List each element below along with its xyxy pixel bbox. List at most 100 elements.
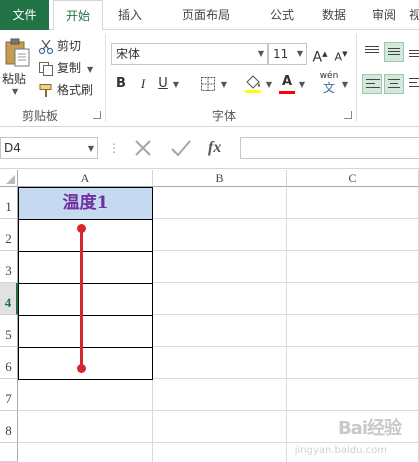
row-header-4[interactable]: 4 (0, 283, 18, 315)
phonetic-dropdown-icon[interactable]: ▼ (340, 73, 350, 95)
paste-dropdown-icon[interactable]: ▼ (12, 87, 18, 96)
bold-button[interactable]: B (112, 73, 130, 95)
cell-b8[interactable] (153, 411, 287, 443)
formula-bar-grip-icon[interactable]: ⋮ (108, 137, 120, 159)
cancel-icon (135, 140, 151, 156)
row-header-7[interactable]: 7 (0, 379, 18, 411)
cell-b2[interactable] (153, 219, 287, 251)
baidu-watermark: Bai经验 (337, 418, 402, 439)
cell-b7[interactable] (153, 379, 287, 411)
cell-c2[interactable] (287, 219, 419, 251)
annotation-dot-bottom (77, 364, 86, 373)
fill-color-dropdown-icon[interactable]: ▼ (263, 73, 275, 95)
cell-c7[interactable] (287, 379, 419, 411)
shrink-font-button[interactable]: A▼ (333, 43, 349, 65)
chevron-down-icon: ▼ (87, 144, 94, 153)
font-name-select[interactable]: 宋体 ▼ (111, 43, 268, 65)
row-header-6[interactable]: 6 (0, 347, 18, 379)
font-size-value: 11 (273, 47, 289, 61)
cell-b4[interactable] (153, 283, 287, 315)
grow-font-button[interactable]: A▲ (312, 43, 328, 66)
align-bottom-icon[interactable] (406, 42, 419, 62)
tab-file[interactable]: 文件 (0, 0, 49, 30)
italic-button[interactable]: I (134, 73, 152, 95)
paste-button[interactable]: 粘贴 (2, 70, 26, 87)
formula-input[interactable] (240, 137, 419, 159)
cell-b1[interactable] (153, 187, 287, 219)
column-header-c[interactable]: C (287, 170, 419, 187)
cell-c4[interactable] (287, 283, 419, 315)
formula-bar: D4 ▼ ⋮ fx (0, 127, 419, 169)
fill-color-button[interactable] (243, 73, 263, 95)
cell-b6[interactable] (153, 347, 287, 379)
cell-c1[interactable] (287, 187, 419, 219)
cell-a2[interactable] (18, 219, 153, 252)
tab-data[interactable]: 数据 (312, 0, 356, 30)
phonetic-guide-button[interactable]: wén 文 (318, 70, 340, 95)
align-right-icon[interactable] (406, 74, 419, 94)
row-header-1[interactable]: 1 (0, 187, 18, 219)
align-top-icon[interactable] (362, 42, 382, 62)
underline-dropdown-icon[interactable]: ▼ (170, 73, 182, 95)
insert-function-button[interactable]: fx (208, 137, 230, 159)
borders-dropdown-icon[interactable]: ▼ (218, 73, 230, 95)
row-header-2[interactable]: 2 (0, 219, 18, 251)
cell-c6[interactable] (287, 347, 419, 379)
annotation-line (80, 228, 83, 368)
font-color-dropdown-icon[interactable]: ▼ (296, 73, 308, 95)
cell-b5[interactable] (153, 315, 287, 347)
format-painter-button[interactable]: 格式刷 (38, 80, 93, 100)
font-size-select[interactable]: 11 ▼ (268, 43, 307, 65)
annotation-dot-top (77, 224, 86, 233)
select-all-button[interactable] (0, 170, 18, 187)
phonetic-bottom-label: 文 (322, 81, 335, 95)
row-header-9[interactable] (0, 443, 18, 462)
tab-home[interactable]: 开始 (53, 0, 103, 31)
cell-a8[interactable] (18, 411, 153, 443)
row-header-3[interactable]: 3 (0, 251, 18, 283)
cell-a4[interactable] (18, 283, 153, 316)
cell-c3[interactable] (287, 251, 419, 283)
copy-icon (38, 61, 54, 77)
align-left-icon[interactable] (362, 74, 382, 94)
clipboard-dialog-launcher-icon[interactable] (93, 111, 101, 119)
row-header-5[interactable]: 5 (0, 315, 18, 347)
tab-formulas[interactable]: 公式 (260, 0, 304, 30)
chevron-down-icon: ▼ (296, 49, 303, 58)
align-center-icon[interactable] (384, 74, 404, 94)
cell-b3[interactable] (153, 251, 287, 283)
row-header-8[interactable]: 8 (0, 411, 18, 443)
ribbon-divider (356, 34, 357, 122)
align-middle-icon[interactable] (384, 42, 404, 62)
cell-c5[interactable] (287, 315, 419, 347)
cell-a3[interactable] (18, 251, 153, 284)
copy-label: 复制 (57, 61, 82, 75)
cut-button[interactable]: 剪切 (38, 36, 81, 56)
column-header-b[interactable]: B (153, 170, 287, 187)
cell-a5[interactable] (18, 315, 153, 348)
cut-label: 剪切 (57, 39, 82, 53)
borders-icon[interactable] (198, 73, 218, 95)
paste-icon[interactable] (4, 38, 32, 68)
copy-button[interactable]: 复制 ▼ (38, 58, 93, 78)
format-painter-label: 格式刷 (57, 83, 94, 97)
tab-view[interactable]: 视 (400, 0, 419, 30)
scissors-icon (38, 39, 54, 55)
cell-a7[interactable] (18, 379, 153, 411)
tab-page-layout[interactable]: 页面布局 (164, 0, 248, 30)
name-box[interactable]: D4 ▼ (0, 137, 98, 159)
chevron-down-icon: ▼ (257, 49, 264, 58)
cell-a9[interactable] (18, 443, 153, 462)
underline-button[interactable]: U (156, 73, 170, 95)
tab-insert[interactable]: 插入 (108, 0, 152, 30)
cell-a1[interactable]: 温度1 (18, 187, 153, 220)
cell-b9[interactable] (153, 443, 287, 462)
column-header-a[interactable]: A (18, 170, 153, 187)
copy-dropdown-icon[interactable]: ▼ (87, 65, 93, 74)
font-color-button[interactable]: A (278, 71, 296, 94)
paintbrush-icon (38, 83, 54, 99)
clipboard-group-label: 剪贴板 (22, 109, 59, 123)
font-dialog-launcher-icon[interactable] (344, 111, 352, 119)
cell-a6[interactable] (18, 347, 153, 380)
name-box-value: D4 (4, 141, 21, 155)
